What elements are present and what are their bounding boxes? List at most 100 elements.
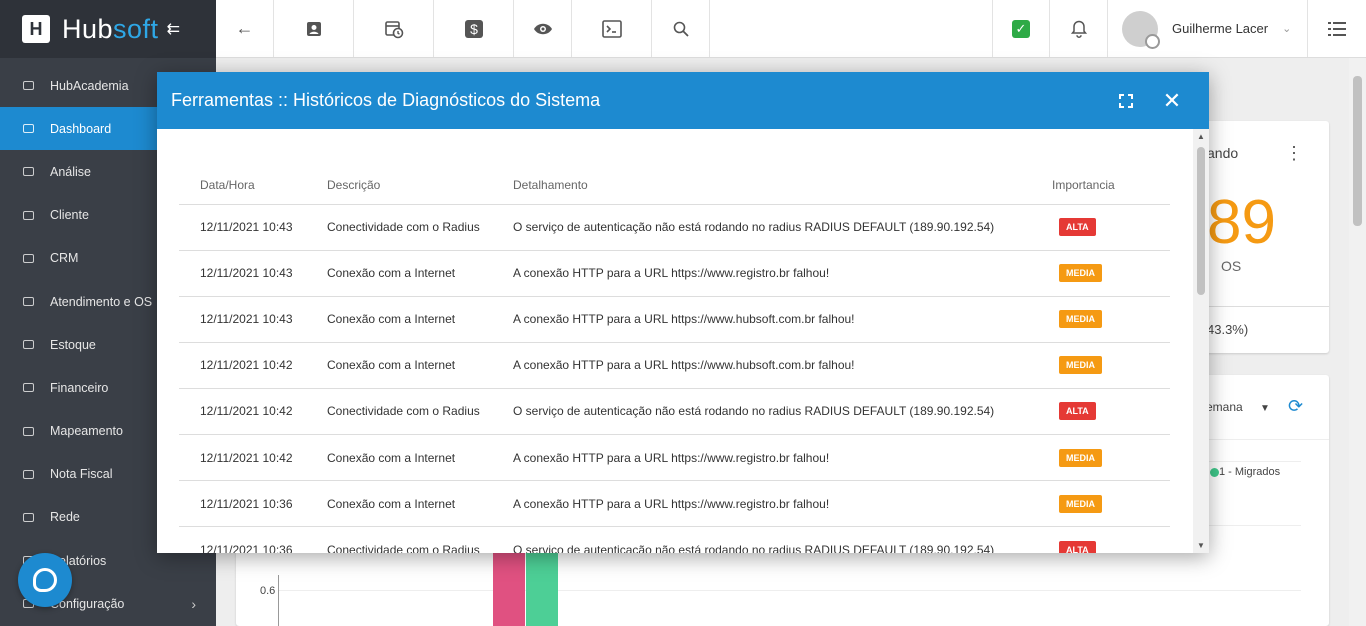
cell-datetime: 12/11/2021 10:42 xyxy=(179,388,306,435)
col-importance: Importancia xyxy=(1031,166,1170,205)
cell-importance: MEDIA xyxy=(1031,296,1170,343)
dollar-icon[interactable]: $ xyxy=(434,0,514,57)
avatar xyxy=(1122,10,1160,49)
chart-bar xyxy=(493,545,525,626)
hubsoft-logo-icon: H xyxy=(22,15,50,43)
col-detail: Detalhamento xyxy=(492,166,1031,205)
importance-badge: ALTA xyxy=(1059,402,1096,421)
sidebar-item-label: Estoque xyxy=(50,337,96,352)
sidebar-item-label: Análise xyxy=(50,164,91,179)
table-row[interactable]: 12/11/2021 10:43 Conexão com a Internet A … xyxy=(179,250,1170,297)
document-icon xyxy=(22,469,35,480)
close-icon[interactable]: ✕ xyxy=(1149,72,1195,129)
cell-datetime: 12/11/2021 10:43 xyxy=(179,204,306,251)
logo[interactable]: H Hubsoft ⇇ xyxy=(0,0,216,58)
eye-icon[interactable] xyxy=(514,0,572,57)
user-name: Guilherme Lacer xyxy=(1172,21,1269,36)
scroll-down-icon[interactable]: ▼ xyxy=(1197,541,1205,550)
legend-marker xyxy=(1210,468,1219,477)
cell-datetime: 12/11/2021 10:36 xyxy=(179,480,306,528)
search-icon[interactable] xyxy=(652,0,710,57)
cell-detail: A conexão HTTP para a URL https://www.re… xyxy=(492,250,1031,297)
modal-header: Ferramentas :: Históricos de Diagnóstico… xyxy=(157,72,1209,129)
clock-calendar-icon xyxy=(22,296,35,307)
more-vert-icon[interactable]: ⋮ xyxy=(1285,143,1303,164)
map-pin-icon xyxy=(22,426,35,437)
cell-description: Conectividade com o Radius xyxy=(306,526,492,553)
calendar-clock-icon[interactable] xyxy=(354,0,434,57)
cell-importance: MEDIA xyxy=(1031,250,1170,297)
scroll-up-icon[interactable]: ▲ xyxy=(1197,132,1205,141)
cell-description: Conectividade com o Radius xyxy=(306,388,492,435)
sidebar-item-label: Mapeamento xyxy=(50,424,123,439)
user-menu[interactable]: Guilherme Lacer ⌄ xyxy=(1108,0,1308,57)
cell-detail: A conexão HTTP para a URL https://www.hu… xyxy=(492,342,1031,389)
cell-description: Conexão com a Internet xyxy=(306,250,492,297)
modal-body: Data/Hora Descrição Detalhamento Importa… xyxy=(157,129,1193,553)
sidebar-item-label: Atendimento e OS xyxy=(50,294,153,309)
pie-chart-icon xyxy=(22,166,35,177)
sidebar-item-label: HubAcademia xyxy=(50,78,129,93)
back-arrow-icon[interactable]: ← xyxy=(216,0,274,57)
sidebar-item-label: Financeiro xyxy=(50,380,109,395)
sidebar-item-label: Rede xyxy=(50,510,80,525)
cell-importance: MEDIA xyxy=(1031,434,1170,482)
list-icon[interactable] xyxy=(1308,0,1366,57)
topbar: ← $ ✓ Guilherme Lacer ⌄ xyxy=(216,0,1366,58)
importance-badge: ALTA xyxy=(1059,218,1096,237)
sidebar-item-label: Nota Fiscal xyxy=(50,467,113,482)
modal-scrollbar[interactable]: ▲ ▼ xyxy=(1193,129,1209,553)
table-row[interactable]: 12/11/2021 10:36 Conectividade com o Radi… xyxy=(179,526,1170,553)
crm-icon xyxy=(22,253,35,264)
table-row[interactable]: 12/11/2021 10:36 Conexão com a Internet A … xyxy=(179,480,1170,528)
importance-badge: MEDIA xyxy=(1059,448,1102,467)
diagnostics-history-modal: Ferramentas :: Históricos de Diagnóstico… xyxy=(157,72,1209,553)
cell-detail: O serviço de autenticação não está rodan… xyxy=(492,526,1031,553)
cell-description: Conexão com a Internet xyxy=(306,480,492,528)
cell-detail: O serviço de autenticação não está rodan… xyxy=(492,388,1031,435)
chevron-right-icon: › xyxy=(191,595,196,612)
table-row[interactable]: 12/11/2021 10:43 Conectividade com o Radi… xyxy=(179,204,1170,251)
os-count: 89 xyxy=(1207,188,1276,257)
refresh-icon[interactable]: ⟳ xyxy=(1288,396,1303,417)
cell-datetime: 12/11/2021 10:43 xyxy=(179,296,306,343)
importance-badge: MEDIA xyxy=(1059,310,1102,329)
table-row[interactable]: 12/11/2021 10:42 Conexão com a Internet A … xyxy=(179,434,1170,482)
os-label: OS xyxy=(1221,258,1242,274)
dashboard-icon xyxy=(22,123,35,134)
svg-text:$: $ xyxy=(470,21,478,37)
terminal-icon[interactable] xyxy=(572,0,652,57)
fullscreen-icon[interactable] xyxy=(1103,72,1149,129)
collapse-sidebar-icon[interactable]: ⇇ xyxy=(167,19,180,39)
cell-description: Conexão com a Internet xyxy=(306,434,492,482)
cell-datetime: 12/11/2021 10:36 xyxy=(179,526,306,553)
chat-icon xyxy=(33,568,57,592)
bell-icon[interactable] xyxy=(1050,0,1108,57)
chart-bar xyxy=(526,545,558,626)
importance-badge: MEDIA xyxy=(1059,356,1102,375)
legend-label: 1 - Migrados xyxy=(1219,466,1281,478)
brand-name: Hubsoft xyxy=(62,13,159,44)
chat-button[interactable] xyxy=(18,553,72,607)
table-row[interactable]: 12/11/2021 10:43 Conexão com a Internet A … xyxy=(179,296,1170,343)
system-status-button[interactable]: ✓ xyxy=(992,0,1050,57)
modal-title: Ferramentas :: Históricos de Diagnóstico… xyxy=(171,90,601,110)
cell-detail: A conexão HTTP para a URL https://www.hu… xyxy=(492,296,1031,343)
cell-importance: MEDIA xyxy=(1031,342,1170,389)
y-tick-label: 0.6 xyxy=(260,585,276,597)
table-row[interactable]: 12/11/2021 10:42 Conexão com a Internet A … xyxy=(179,342,1170,389)
sidebar-item-label: CRM xyxy=(50,251,79,266)
cell-detail: A conexão HTTP para a URL https://www.re… xyxy=(492,434,1031,482)
col-datetime: Data/Hora xyxy=(179,166,306,205)
scrollbar-thumb[interactable] xyxy=(1353,76,1362,226)
contact-card-icon xyxy=(22,210,35,221)
book-icon xyxy=(22,80,35,91)
page-scrollbar[interactable] xyxy=(1349,58,1366,626)
table-row[interactable]: 12/11/2021 10:42 Conectividade com o Radi… xyxy=(179,388,1170,435)
cell-description: Conexão com a Internet xyxy=(306,342,492,389)
col-description: Descrição xyxy=(306,166,492,205)
importance-badge: ALTA xyxy=(1059,540,1096,553)
scrollbar-thumb[interactable] xyxy=(1197,147,1205,295)
period-select[interactable]: emana ▼ xyxy=(1206,400,1270,414)
contact-card-icon[interactable] xyxy=(274,0,354,57)
